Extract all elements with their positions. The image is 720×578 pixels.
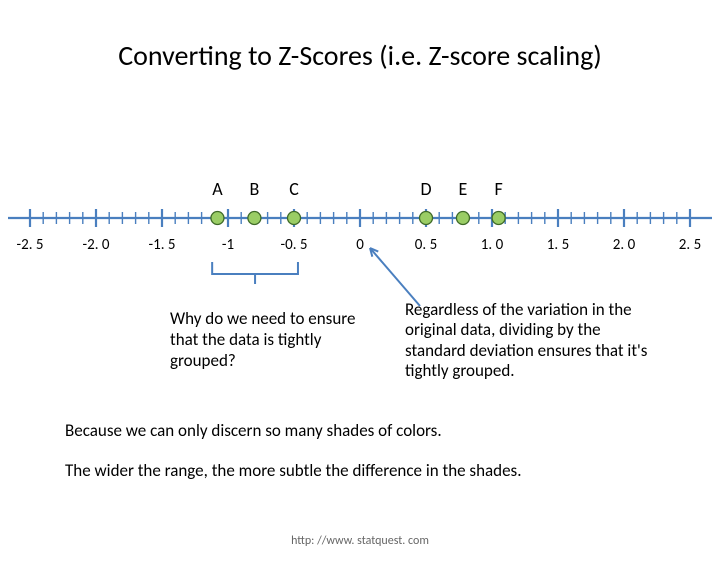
tick-label: 1. 0: [481, 236, 503, 254]
page-title: Converting to Z-Scores (i.e. Z-score sca…: [0, 38, 720, 73]
question-text: Why do we need to ensure that the data i…: [170, 308, 370, 371]
tick-label: -1. 5: [149, 236, 176, 254]
number-line-diagram: A B C D E F -2. 5 -2. 0 -1. 5 -1 -0. 5 0 0. 5 1. 0 1.…: [0, 178, 720, 298]
tick-label: 0. 5: [415, 236, 437, 254]
footer-url: http: //www. statquest. com: [0, 534, 720, 548]
tick-label: -0. 5: [281, 236, 308, 254]
tick-label: -2. 5: [17, 236, 44, 254]
point-label-f: F: [494, 178, 502, 200]
body-text-2: The wider the range, the more subtle the…: [65, 460, 522, 481]
tick-label: -1: [222, 236, 234, 254]
tick-label: 2. 0: [613, 236, 635, 254]
body-text-1: Because we can only discern so many shad…: [65, 420, 442, 441]
tick-label: -2. 0: [83, 236, 110, 254]
answer-text: Regardless of the variation in the origi…: [405, 300, 660, 382]
point-label-d: D: [420, 178, 431, 200]
tick-label: 1. 5: [547, 236, 569, 254]
point-label-a: A: [212, 178, 222, 200]
tick-label: 2. 5: [679, 236, 701, 254]
point-label-c: C: [289, 178, 299, 200]
point-label-e: E: [459, 178, 468, 200]
point-label-b: B: [249, 178, 259, 200]
tick-label: 0: [356, 236, 364, 254]
